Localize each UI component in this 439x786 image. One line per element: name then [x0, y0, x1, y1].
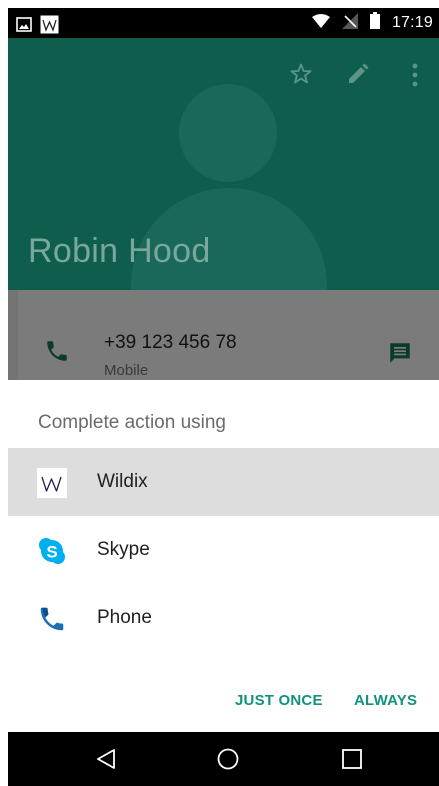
home-icon[interactable] [217, 748, 239, 775]
option-label-skype: Skype [97, 539, 150, 560]
back-icon[interactable] [95, 748, 117, 775]
wildix-notification-icon [40, 15, 59, 39]
no-signal-icon [341, 12, 358, 34]
option-phone[interactable]: Phone [8, 584, 439, 652]
option-skype[interactable]: S Skype [8, 516, 439, 584]
phone-type-label: Mobile [104, 362, 149, 379]
avatar-placeholder-head [179, 84, 277, 182]
recents-icon[interactable] [341, 748, 363, 775]
phone-number[interactable]: +39 123 456 78 [104, 332, 237, 354]
option-wildix[interactable]: Wildix [8, 448, 439, 516]
message-icon[interactable] [387, 340, 413, 371]
dialog-title: Complete action using [38, 412, 226, 433]
wifi-icon [311, 13, 330, 33]
phone-app-icon [37, 604, 67, 634]
contact-name: Robin Hood [28, 232, 211, 270]
card-edge-shadow [8, 290, 18, 380]
wildix-icon [37, 468, 67, 498]
navigation-bar [8, 732, 439, 786]
image-icon [16, 17, 32, 37]
status-time: 17:19 [391, 14, 433, 31]
phone-screen: 17:19 Robin Hood +39 123 456 78 Mobile C… [8, 8, 439, 786]
status-bar-right: 17:19 [311, 12, 433, 34]
phone-icon[interactable] [44, 338, 70, 369]
complete-action-dialog: Complete action using Wildix S Skype Pho… [8, 380, 439, 732]
status-bar-left [16, 15, 59, 39]
edit-icon[interactable] [346, 62, 370, 91]
option-label-wildix: Wildix [97, 471, 148, 492]
svg-text:S: S [46, 543, 57, 562]
contact-detail-area: +39 123 456 78 Mobile [8, 290, 439, 380]
battery-icon [369, 12, 380, 34]
star-icon[interactable] [289, 62, 313, 91]
contact-header: Robin Hood [8, 38, 439, 290]
skype-icon: S [37, 536, 67, 566]
just-once-button[interactable]: JUST ONCE [235, 692, 323, 709]
always-button[interactable]: ALWAYS [354, 692, 417, 709]
status-bar: 17:19 [8, 8, 439, 38]
more-vert-icon[interactable] [410, 62, 420, 93]
option-label-phone: Phone [97, 607, 152, 628]
